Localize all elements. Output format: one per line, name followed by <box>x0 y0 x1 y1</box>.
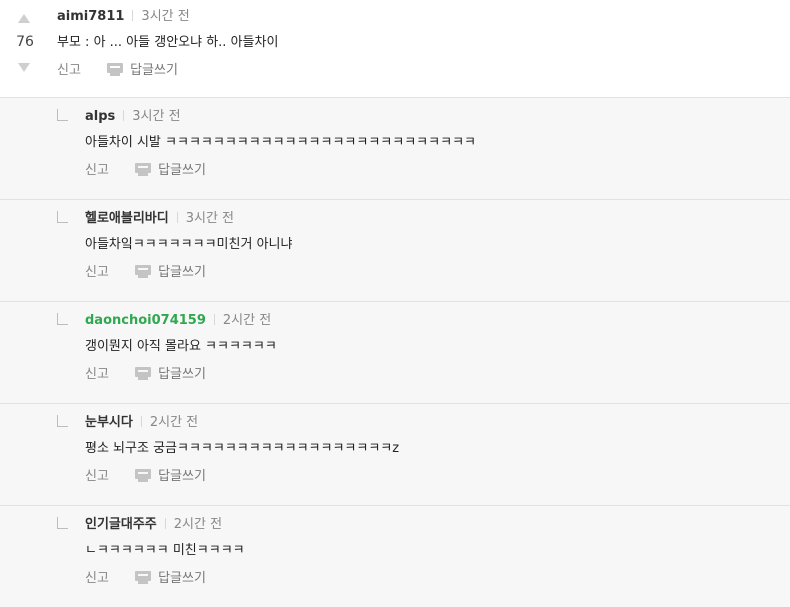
reply-label: 답글쓰기 <box>158 469 206 484</box>
reply-actions: 신고 답글쓰기 <box>85 366 780 384</box>
comment-bubble-icon <box>135 469 152 482</box>
reply-indent-icon <box>57 211 68 223</box>
top-comment: 76 aimi7811 3시간 전 부모 : 아 ... 아들 갱안오냐 하.. … <box>0 0 790 98</box>
reply-actions: 신고 답글쓰기 <box>85 570 780 588</box>
reply-indent-icon <box>57 415 68 427</box>
reply-author[interactable]: 헬로애블리바디 <box>85 211 169 226</box>
meta-divider <box>164 518 166 529</box>
comment-bubble-icon <box>135 571 152 584</box>
reply-body: 눈부시다 2시간 전 평소 뇌구조 궁금ㅋㅋㅋㅋㅋㅋㅋㅋㅋㅋㅋㅋㅋㅋㅋㅋㅋㅋz 신… <box>85 414 780 486</box>
reply-meta: 헬로애블리바디 3시간 전 <box>85 210 780 228</box>
reply-item: alps 3시간 전 아들차이 시발 ㅋㅋㅋㅋㅋㅋㅋㅋㅋㅋㅋㅋㅋㅋㅋㅋㅋㅋㅋㅋㅋㅋ… <box>0 98 790 200</box>
reply-button[interactable]: 답글쓰기 <box>135 264 206 282</box>
reply-list: alps 3시간 전 아들차이 시발 ㅋㅋㅋㅋㅋㅋㅋㅋㅋㅋㅋㅋㅋㅋㅋㅋㅋㅋㅋㅋㅋㅋ… <box>0 98 790 607</box>
meta-divider <box>140 416 142 427</box>
reply-body: alps 3시간 전 아들차이 시발 ㅋㅋㅋㅋㅋㅋㅋㅋㅋㅋㅋㅋㅋㅋㅋㅋㅋㅋㅋㅋㅋㅋ… <box>85 108 780 180</box>
reply-item: 헬로애블리바디 3시간 전 아들차잌ㅋㅋㅋㅋㅋㅋㅋ미친거 아니냐 신고 답글쓰기 <box>0 200 790 302</box>
comment-author[interactable]: aimi7811 <box>57 9 124 24</box>
reply-meta: 인기글대주주 2시간 전 <box>85 516 780 534</box>
comment-bubble-icon <box>107 63 124 76</box>
reply-time: 2시간 전 <box>222 313 272 328</box>
reply-meta: alps 3시간 전 <box>85 108 780 126</box>
meta-divider <box>213 314 215 325</box>
reply-button[interactable]: 답글쓰기 <box>135 366 206 384</box>
comment-body: aimi7811 3시간 전 부모 : 아 ... 아들 갱안오냐 하.. 아들차… <box>57 8 780 80</box>
reply-text: 평소 뇌구조 궁금ㅋㅋㅋㅋㅋㅋㅋㅋㅋㅋㅋㅋㅋㅋㅋㅋㅋㅋz <box>85 441 400 456</box>
reply-indent-icon <box>57 313 68 325</box>
reply-button[interactable]: 답글쓰기 <box>107 62 178 80</box>
reply-item: daonchoi074159 2시간 전 갱이뭔지 아직 몰라요 ㅋㅋㅋㅋㅋㅋ 신… <box>0 302 790 404</box>
upvote-arrow-icon[interactable] <box>18 14 30 23</box>
reply-body: 헬로애블리바디 3시간 전 아들차잌ㅋㅋㅋㅋㅋㅋㅋ미친거 아니냐 신고 답글쓰기 <box>85 210 780 282</box>
reply-body: 인기글대주주 2시간 전 ㄴㅋㅋㅋㅋㅋㅋ 미친ㅋㅋㅋㅋ 신고 답글쓰기 <box>85 516 780 588</box>
vote-count: 76 <box>16 34 34 50</box>
downvote-arrow-icon[interactable] <box>18 63 30 72</box>
reply-label: 답글쓰기 <box>158 265 206 280</box>
comment-time: 3시간 전 <box>141 9 190 24</box>
reply-actions: 신고 답글쓰기 <box>85 162 780 180</box>
comment-text: 부모 : 아 ... 아들 갱안오냐 하.. 아들차이 <box>57 35 279 50</box>
reply-time: 3시간 전 <box>132 109 181 124</box>
reply-text: 갱이뭔지 아직 몰라요 ㅋㅋㅋㅋㅋㅋ <box>85 339 277 354</box>
reply-label: 답글쓰기 <box>158 367 206 382</box>
reply-text: 아들차잌ㅋㅋㅋㅋㅋㅋㅋ미친거 아니냐 <box>85 237 293 252</box>
reply-button[interactable]: 답글쓰기 <box>135 570 206 588</box>
reply-author[interactable]: alps <box>85 109 115 124</box>
report-button[interactable]: 신고 <box>85 367 109 382</box>
reply-button[interactable]: 답글쓰기 <box>135 468 206 486</box>
report-button[interactable]: 신고 <box>85 163 109 178</box>
reply-label: 답글쓰기 <box>158 571 206 586</box>
report-button[interactable]: 신고 <box>85 571 109 586</box>
comment-bubble-icon <box>135 367 152 380</box>
report-button[interactable]: 신고 <box>85 469 109 484</box>
report-button[interactable]: 신고 <box>57 63 81 78</box>
reply-author[interactable]: daonchoi074159 <box>85 313 206 328</box>
reply-meta: daonchoi074159 2시간 전 <box>85 312 780 330</box>
comment-bubble-icon <box>135 163 152 176</box>
reply-time: 2시간 전 <box>173 517 223 532</box>
comment-bubble-icon <box>135 265 152 278</box>
reply-item: 인기글대주주 2시간 전 ㄴㅋㅋㅋㅋㅋㅋ 미친ㅋㅋㅋㅋ 신고 답글쓰기 <box>0 506 790 607</box>
reply-text: 아들차이 시발 ㅋㅋㅋㅋㅋㅋㅋㅋㅋㅋㅋㅋㅋㅋㅋㅋㅋㅋㅋㅋㅋㅋㅋㅋㅋㅋ <box>85 135 476 150</box>
meta-divider <box>132 10 134 21</box>
reply-time: 2시간 전 <box>149 415 199 430</box>
reply-item: 눈부시다 2시간 전 평소 뇌구조 궁금ㅋㅋㅋㅋㅋㅋㅋㅋㅋㅋㅋㅋㅋㅋㅋㅋㅋㅋz 신… <box>0 404 790 506</box>
meta-divider <box>123 110 125 121</box>
reply-actions: 신고 답글쓰기 <box>85 468 780 486</box>
reply-time: 3시간 전 <box>185 211 235 226</box>
comment-actions: 신고 답글쓰기 <box>57 62 780 80</box>
reply-meta: 눈부시다 2시간 전 <box>85 414 780 432</box>
comment-meta: aimi7811 3시간 전 <box>57 8 780 26</box>
reply-text: ㄴㅋㅋㅋㅋㅋㅋ 미친ㅋㅋㅋㅋ <box>85 543 245 558</box>
reply-label: 답글쓰기 <box>158 163 206 178</box>
reply-body: daonchoi074159 2시간 전 갱이뭔지 아직 몰라요 ㅋㅋㅋㅋㅋㅋ 신… <box>85 312 780 384</box>
reply-indent-icon <box>57 109 68 121</box>
meta-divider <box>176 212 178 223</box>
reply-button[interactable]: 답글쓰기 <box>135 162 206 180</box>
reply-label: 답글쓰기 <box>130 63 178 78</box>
reply-indent-icon <box>57 517 68 529</box>
reply-author[interactable]: 눈부시다 <box>85 415 133 430</box>
report-button[interactable]: 신고 <box>85 265 109 280</box>
reply-actions: 신고 답글쓰기 <box>85 264 780 282</box>
reply-author[interactable]: 인기글대주주 <box>85 517 157 532</box>
